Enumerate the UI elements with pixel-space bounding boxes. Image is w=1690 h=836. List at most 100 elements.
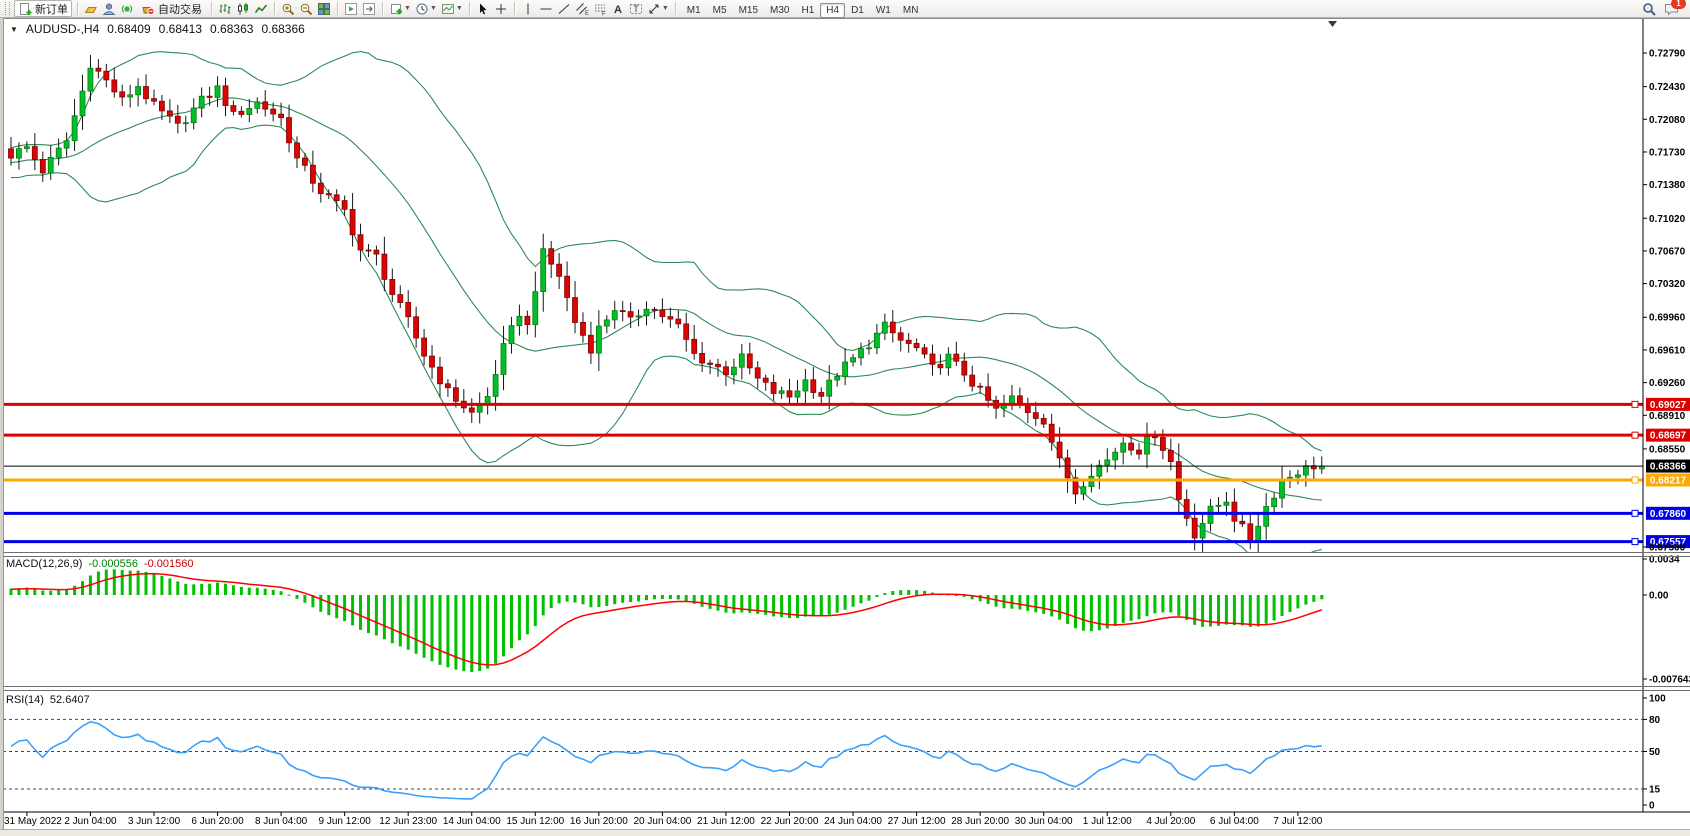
axis-label: 16 Jun 20:00 bbox=[570, 816, 628, 827]
arrows-button[interactable]: ▼ bbox=[646, 1, 670, 16]
line-chart-button[interactable] bbox=[253, 1, 269, 16]
horizontal-line-button[interactable] bbox=[538, 1, 554, 16]
timeframe-M30-button[interactable]: M30 bbox=[764, 3, 795, 18]
vertical-line-button[interactable] bbox=[520, 1, 536, 16]
macd-histogram-bar bbox=[717, 595, 720, 611]
search-icon[interactable] bbox=[1642, 2, 1656, 16]
candle-bearish bbox=[1017, 396, 1022, 404]
axis-label: 0.68697 bbox=[1650, 431, 1687, 442]
templates-button[interactable]: ▼ bbox=[440, 1, 464, 16]
timeframe-D1-button[interactable]: D1 bbox=[845, 3, 870, 18]
axis-label: 0.72430 bbox=[1649, 82, 1686, 93]
profiles-button[interactable]: ▼ bbox=[414, 1, 438, 16]
zoom-in-button[interactable] bbox=[280, 1, 296, 16]
macd-histogram-bar bbox=[518, 595, 521, 640]
candle-bearish bbox=[1041, 418, 1046, 424]
axis-label: 0.67500 bbox=[1649, 542, 1686, 553]
auto-trading-button[interactable]: 自动交易 bbox=[137, 0, 206, 17]
macd-histogram-bar bbox=[367, 595, 370, 633]
time-axis[interactable]: 31 May 20222 Jun 04:003 Jun 12:006 Jun 2… bbox=[3, 812, 1690, 827]
chart-shift-marker[interactable] bbox=[1328, 21, 1337, 27]
candle-bullish bbox=[247, 108, 252, 114]
macd-histogram-bar bbox=[407, 595, 410, 650]
market-button[interactable] bbox=[83, 1, 99, 16]
axis-label: 14 Jun 04:00 bbox=[443, 816, 501, 827]
rsi-value: 52.6407 bbox=[50, 694, 90, 706]
horizontal-line-icon bbox=[539, 2, 553, 16]
timeframe-M15-button[interactable]: M15 bbox=[733, 3, 764, 18]
candle-bullish bbox=[16, 149, 21, 159]
macd-histogram-bar bbox=[661, 595, 664, 599]
axis-label: 0.72080 bbox=[1649, 115, 1686, 126]
signals-button[interactable] bbox=[119, 1, 135, 16]
macd-histogram-bar bbox=[192, 584, 195, 595]
new-order-button[interactable]: 新订单 bbox=[14, 0, 72, 17]
level-handle[interactable] bbox=[1632, 510, 1638, 516]
macd-histogram-bar bbox=[248, 588, 251, 595]
bar-chart-button[interactable] bbox=[217, 1, 233, 16]
candle-bullish bbox=[835, 376, 840, 380]
candle-bullish bbox=[80, 91, 85, 116]
separator bbox=[382, 2, 383, 15]
chart-shift-icon bbox=[362, 2, 376, 16]
macd-histogram-bar bbox=[804, 595, 807, 617]
community-button[interactable] bbox=[101, 1, 117, 16]
level-handle[interactable] bbox=[1632, 477, 1638, 483]
candle-bearish bbox=[1137, 450, 1142, 454]
auto-scroll-icon bbox=[344, 2, 358, 16]
separator bbox=[274, 2, 275, 15]
level-handle[interactable] bbox=[1632, 539, 1638, 545]
timeframe-M5-button[interactable]: M5 bbox=[707, 3, 733, 18]
text-label-button[interactable]: T bbox=[628, 1, 644, 16]
macd-histogram-bar bbox=[1034, 595, 1037, 612]
zoom-out-button[interactable] bbox=[298, 1, 314, 16]
fibonacci-button[interactable]: F bbox=[592, 1, 608, 16]
timeframe-H4-button[interactable]: H4 bbox=[820, 3, 845, 18]
macd-histogram-bar bbox=[1193, 595, 1196, 625]
candle-bearish bbox=[32, 147, 37, 160]
tile-windows-button[interactable] bbox=[316, 1, 332, 16]
candle-bearish bbox=[962, 361, 967, 375]
symbol-dropdown-icon[interactable]: ▼ bbox=[10, 25, 18, 34]
toolbar-grip[interactable] bbox=[5, 2, 10, 15]
macd-histogram-bar bbox=[1273, 595, 1276, 621]
axis-label: 24 Jun 04:00 bbox=[824, 816, 882, 827]
candle-bearish bbox=[223, 86, 228, 106]
macd-histogram-bar bbox=[550, 595, 553, 608]
candle-bullish bbox=[604, 320, 609, 326]
chart-shift-button[interactable] bbox=[361, 1, 377, 16]
candle-bullish bbox=[1264, 507, 1269, 527]
candle-bullish bbox=[1256, 526, 1261, 541]
text-button[interactable]: A bbox=[610, 1, 626, 16]
macd-histogram-bar bbox=[494, 595, 497, 664]
macd-histogram-bar bbox=[582, 595, 585, 604]
cursor-button[interactable] bbox=[475, 1, 491, 16]
macd-histogram-bar bbox=[73, 586, 76, 595]
chart-canvas[interactable]: 0.690270.686970.683660.682170.678600.675… bbox=[0, 0, 1690, 835]
auto-scroll-button[interactable] bbox=[343, 1, 359, 16]
axis-label: 27 Jun 12:00 bbox=[888, 816, 946, 827]
macd-histogram-bar bbox=[613, 595, 616, 604]
candlestick-chart-button[interactable] bbox=[235, 1, 251, 16]
timeframe-H1-button[interactable]: H1 bbox=[795, 3, 820, 18]
trendline-button[interactable] bbox=[556, 1, 572, 16]
candle-bearish bbox=[1248, 524, 1253, 541]
rsi-panel bbox=[3, 719, 1643, 799]
candle-bullish bbox=[612, 311, 617, 320]
candle-bullish bbox=[827, 380, 832, 396]
notifications-button[interactable]: 1 bbox=[1664, 2, 1679, 16]
price-axis[interactable]: 0.727900.724300.720800.717300.713800.710… bbox=[1643, 18, 1690, 812]
timeframe-M1-button[interactable]: M1 bbox=[681, 3, 707, 18]
new-chart-button[interactable]: ▼ bbox=[388, 1, 412, 16]
level-handle[interactable] bbox=[1632, 432, 1638, 438]
macd-histogram-bar bbox=[987, 595, 990, 604]
chevron-down-icon: ▼ bbox=[430, 5, 437, 12]
candle-bearish bbox=[668, 317, 673, 320]
level-handle[interactable] bbox=[1632, 401, 1638, 407]
axis-label: 50 bbox=[1649, 747, 1661, 758]
timeframe-MN-button[interactable]: MN bbox=[897, 3, 925, 18]
crosshair-button[interactable] bbox=[493, 1, 509, 16]
timeframe-W1-button[interactable]: W1 bbox=[870, 3, 897, 18]
equidistant-channel-button[interactable]: E bbox=[574, 1, 590, 16]
bollinger-lower-band bbox=[11, 125, 1322, 562]
